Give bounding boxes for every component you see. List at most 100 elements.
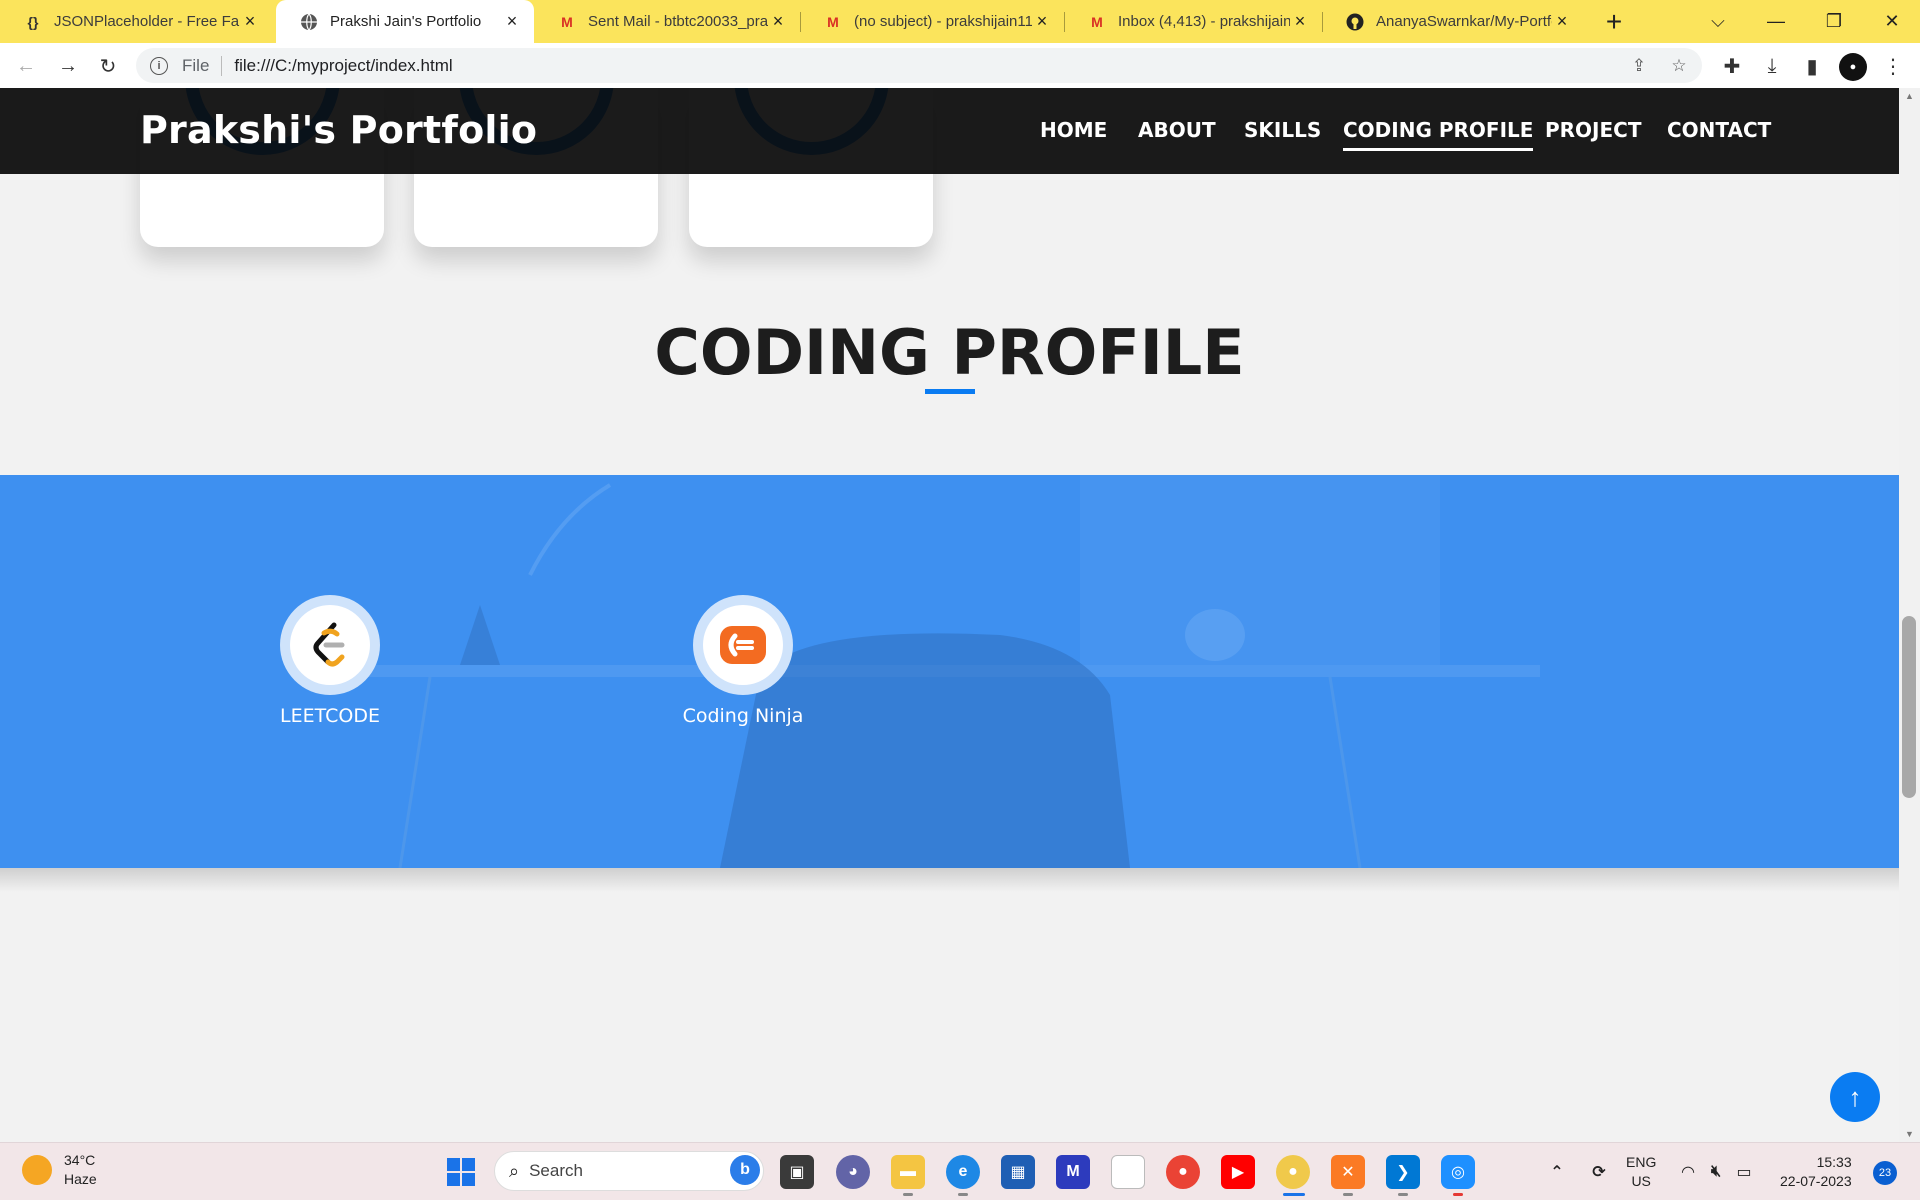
back-button[interactable]: ← (10, 50, 42, 82)
gmail-icon: M (561, 13, 573, 30)
tab-search-chevron-icon[interactable]: ⌵ (1690, 0, 1746, 43)
bookmark-star-icon[interactable]: ☆ (1667, 54, 1691, 78)
chrome-icon[interactable]: ● (1166, 1155, 1200, 1189)
app-indicator-active (1283, 1193, 1305, 1196)
language-secondary: US (1631, 1173, 1651, 1189)
scrollbar-thumb[interactable] (1902, 616, 1916, 798)
clock[interactable]: 15:33 22-07-2023 (1780, 1153, 1852, 1191)
leetcode-logo[interactable] (280, 595, 380, 695)
windows-start-icon[interactable] (444, 1155, 478, 1189)
close-icon[interactable]: × (1290, 11, 1310, 32)
restore-button[interactable]: ❐ (1806, 0, 1862, 43)
tab-title: Prakshi Jain's Portfolio (330, 13, 482, 30)
close-icon[interactable]: × (1552, 11, 1572, 32)
reload-button[interactable]: ↻ (92, 50, 124, 82)
scroll-up-arrow-icon[interactable]: ▲ (1899, 88, 1920, 104)
nav-coding-profile[interactable]: CODING PROFILE (1343, 118, 1534, 151)
tab-title: JSONPlaceholder - Free Fak (54, 13, 240, 30)
address-bar[interactable]: i File file:///C:/myproject/index.html ⇪… (136, 48, 1702, 83)
weather-temp: 34°C (64, 1152, 96, 1168)
site-brand[interactable]: Prakshi's Portfolio (140, 108, 537, 152)
tab-jsonplaceholder[interactable]: {} JSONPlaceholder - Free Fak × (0, 0, 272, 43)
tab-title: Sent Mail - btbtc20033_pra (588, 13, 768, 30)
language-primary: ENG (1626, 1154, 1657, 1170)
site-navbar: Prakshi's Portfolio HOME ABOUT SKILLS CO… (0, 88, 1899, 174)
browser-menu-icon[interactable]: ⋮ (1877, 50, 1909, 82)
tab-portfolio[interactable]: Prakshi Jain's Portfolio × (276, 0, 534, 43)
profile-label: LEETCODE (280, 705, 380, 727)
profile-label: Coding Ninja (682, 705, 804, 727)
tray-chevron-up-icon[interactable]: ⌃ (1540, 1155, 1574, 1189)
side-panel-icon[interactable]: ▮ (1796, 50, 1828, 82)
scroll-down-arrow-icon[interactable]: ▼ (1899, 1126, 1920, 1142)
nav-skills[interactable]: SKILLS (1244, 118, 1321, 142)
address-url[interactable]: file:///C:/myproject/index.html (234, 56, 452, 76)
clock-time: 15:33 (1816, 1154, 1852, 1170)
tab-title: AnanyaSwarnkar/My-Portfo (1376, 13, 1552, 30)
page-viewport: Prakshi's Portfolio HOME ABOUT SKILLS CO… (0, 88, 1920, 1142)
close-icon[interactable]: × (502, 11, 522, 32)
xampp-icon[interactable]: ✕ (1331, 1155, 1365, 1189)
file-explorer-icon[interactable]: ▬ (891, 1155, 925, 1189)
tab-title: (no subject) - prakshijain11 (854, 13, 1032, 30)
tab-github[interactable]: AnanyaSwarnkar/My-Portfo × (1322, 0, 1584, 43)
download-icon[interactable]: ⤓ (1756, 50, 1788, 82)
section-title: CODING PROFILE (654, 316, 1245, 389)
bing-icon[interactable]: b (730, 1155, 760, 1185)
coding-ninja-logo[interactable] (693, 595, 793, 695)
window-close-button[interactable]: ✕ (1864, 0, 1920, 43)
weather-widget[interactable]: 34°C Haze (22, 1151, 97, 1189)
taskbar-search[interactable]: ⌕ Search (494, 1151, 764, 1191)
tab-no-subject[interactable]: M (no subject) - prakshijain11 × (800, 0, 1064, 43)
edge-browser-icon[interactable]: e (946, 1155, 980, 1189)
tab-inbox[interactable]: M Inbox (4,413) - prakshijain1 × (1064, 0, 1322, 43)
windows-taskbar: 34°C Haze ⌕ Search b ▣ ◕ ▬ e ▦ M ● ▶ ● ✕… (0, 1142, 1920, 1200)
close-icon[interactable]: × (240, 11, 260, 32)
language-indicator[interactable]: ENG US (1626, 1153, 1656, 1191)
vscode-icon[interactable]: ❯ (1386, 1155, 1420, 1189)
nav-project[interactable]: PROJECT (1545, 118, 1641, 142)
close-icon[interactable]: × (768, 11, 788, 32)
address-divider (221, 55, 223, 76)
weather-condition: Haze (64, 1171, 97, 1187)
band-shadow (0, 868, 1899, 892)
profile-avatar[interactable]: ● (1839, 53, 1867, 81)
volume-muted-icon[interactable]: 🔇︎ (1704, 1155, 1728, 1189)
site-info-icon[interactable]: i (150, 56, 168, 75)
tab-sent-mail[interactable]: M Sent Mail - btbtc20033_pra × (534, 0, 800, 43)
weather-haze-icon (22, 1155, 52, 1185)
globe-icon (300, 13, 318, 31)
nav-home[interactable]: HOME (1040, 118, 1107, 142)
minimize-button[interactable]: — (1748, 0, 1804, 43)
browser-tab-strip: {} JSONPlaceholder - Free Fak × Prakshi … (0, 0, 1920, 43)
app-indicator (1343, 1193, 1353, 1196)
share-icon[interactable]: ⇪ (1627, 54, 1651, 78)
snipping-tool-icon[interactable]: ◎ (1441, 1155, 1475, 1189)
notepad-icon[interactable] (1111, 1155, 1145, 1189)
youtube-icon[interactable]: ▶ (1221, 1155, 1255, 1189)
app-m-icon[interactable]: M (1056, 1155, 1090, 1189)
app-indicator (1398, 1193, 1408, 1196)
wifi-icon[interactable]: ◠ (1676, 1155, 1700, 1189)
nav-contact[interactable]: CONTACT (1667, 118, 1771, 142)
battery-icon[interactable]: ▭ (1732, 1155, 1756, 1189)
chrome-profile-icon[interactable]: ● (1276, 1155, 1310, 1189)
forward-button[interactable]: → (52, 50, 84, 82)
notification-badge[interactable]: 23 (1873, 1161, 1897, 1185)
gmail-icon: M (1091, 13, 1103, 30)
sync-icon[interactable]: ⟳ (1582, 1155, 1616, 1189)
profile-coding-ninja[interactable]: Coding Ninja (643, 595, 843, 727)
task-view-icon[interactable]: ▣ (780, 1155, 814, 1189)
extensions-puzzle-icon[interactable]: ✚ (1716, 50, 1748, 82)
tab-title: Inbox (4,413) - prakshijain1 (1118, 13, 1290, 30)
address-scheme: File (182, 55, 210, 75)
browser-toolbar: ← → ↻ i File file:///C:/myproject/index.… (0, 43, 1920, 88)
chat-icon[interactable]: ◕ (836, 1155, 870, 1189)
new-tab-button[interactable]: + (1598, 6, 1630, 38)
nav-about[interactable]: ABOUT (1138, 118, 1216, 142)
profile-leetcode[interactable]: LEETCODE (230, 595, 430, 727)
close-icon[interactable]: × (1032, 11, 1052, 32)
scroll-to-top-button[interactable]: ↑ (1830, 1072, 1880, 1122)
microsoft-store-icon[interactable]: ▦ (1001, 1155, 1035, 1189)
page-scrollbar[interactable]: ▲ ▼ (1899, 88, 1920, 1142)
